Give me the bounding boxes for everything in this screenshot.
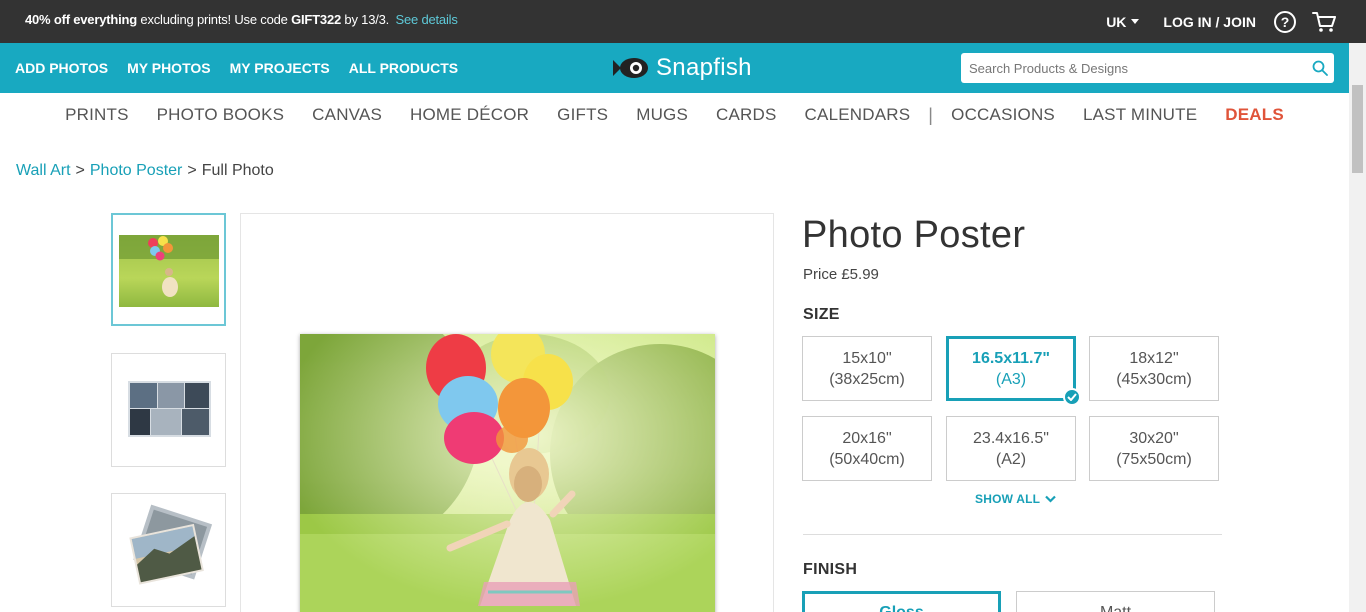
breadcrumb: Wall Art > Photo Poster > Full Photo xyxy=(16,162,274,179)
thumbnail-angle-view[interactable] xyxy=(111,493,226,607)
breadcrumb-wall-art[interactable]: Wall Art xyxy=(16,162,71,179)
product-preview xyxy=(240,213,774,612)
login-join-link[interactable]: LOG IN / JOIN xyxy=(1163,14,1256,30)
checkmark-icon xyxy=(1063,388,1081,406)
section-divider xyxy=(803,534,1222,535)
size-section-label: SIZE xyxy=(803,306,840,323)
account-nav: ADD PHOTOS MY PHOTOS MY PROJECTS ALL PRO… xyxy=(15,43,458,93)
size-option-20x16[interactable]: 20x16" (50x40cm) xyxy=(802,416,932,481)
breadcrumb-current: Full Photo xyxy=(201,162,274,179)
my-projects-link[interactable]: MY PROJECTS xyxy=(230,60,330,76)
category-gifts[interactable]: GIFTS xyxy=(557,105,608,125)
caret-down-icon xyxy=(1131,19,1140,24)
search-icon[interactable] xyxy=(1312,60,1328,76)
scrollbar-thumb[interactable] xyxy=(1352,85,1363,173)
add-photos-link[interactable]: ADD PHOTOS xyxy=(15,60,108,76)
snapfish-logo[interactable]: Snapfish xyxy=(612,51,752,85)
help-icon[interactable]: ? xyxy=(1274,10,1296,33)
category-photo-books[interactable]: PHOTO BOOKS xyxy=(157,105,285,125)
size-option-a3[interactable]: 16.5x11.7" (A3) xyxy=(946,336,1081,406)
size-option-a2[interactable]: 23.4x16.5" (A2) xyxy=(946,416,1076,481)
category-nav: PRINTS PHOTO BOOKS CANVAS HOME DÉCOR GIF… xyxy=(0,93,1349,137)
thumbnail-full-photo[interactable] xyxy=(111,213,226,326)
thumbnail-image xyxy=(112,354,225,466)
see-details-link[interactable]: See details xyxy=(396,12,458,27)
category-home-decor[interactable]: HOME DÉCOR xyxy=(410,105,529,125)
cart-icon[interactable] xyxy=(1312,11,1336,33)
breadcrumb-photo-poster[interactable]: Photo Poster xyxy=(90,162,183,179)
category-last-minute[interactable]: LAST MINUTE xyxy=(1083,105,1197,125)
region-selector[interactable]: UK xyxy=(1106,14,1140,30)
poster-preview-image xyxy=(300,334,715,612)
category-occasions[interactable]: OCCASIONS xyxy=(951,105,1055,125)
product-price: Price £5.99 xyxy=(803,266,879,283)
finish-option-matt[interactable]: Matt xyxy=(1016,591,1215,612)
my-photos-link[interactable]: MY PHOTOS xyxy=(127,60,211,76)
nav-separator: | xyxy=(928,104,934,125)
size-option-30x20[interactable]: 30x20" (75x50cm) xyxy=(1089,416,1219,481)
category-calendars[interactable]: CALENDARS xyxy=(805,105,911,125)
finish-section-label: FINISH xyxy=(803,561,858,578)
search-box xyxy=(961,53,1334,83)
thumbnail-image xyxy=(112,494,225,606)
finish-option-gloss[interactable]: Gloss xyxy=(802,591,1001,612)
category-cards[interactable]: CARDS xyxy=(716,105,777,125)
category-mugs[interactable]: MUGS xyxy=(636,105,688,125)
search-input[interactable] xyxy=(961,53,1291,83)
category-prints[interactable]: PRINTS xyxy=(65,105,129,125)
page-scrollbar[interactable] xyxy=(1349,43,1366,612)
promo-message: 40% off everything excluding prints! Use… xyxy=(25,12,458,27)
all-products-link[interactable]: ALL PRODUCTS xyxy=(349,60,458,76)
category-canvas[interactable]: CANVAS xyxy=(312,105,382,125)
main-header: ADD PHOTOS MY PHOTOS MY PROJECTS ALL PRO… xyxy=(0,43,1366,93)
thumbnail-collage[interactable] xyxy=(111,353,226,467)
size-option-15x10[interactable]: 15x10" (38x25cm) xyxy=(802,336,932,401)
category-deals[interactable]: DEALS xyxy=(1225,105,1284,125)
show-all-sizes-button[interactable]: SHOW ALL xyxy=(975,492,1056,506)
thumbnail-image xyxy=(113,215,224,324)
chevron-down-icon xyxy=(1045,495,1056,503)
size-option-18x12[interactable]: 18x12" (45x30cm) xyxy=(1089,336,1219,401)
promo-bar: 40% off everything excluding prints! Use… xyxy=(0,0,1366,43)
fish-logo-icon xyxy=(613,58,648,78)
product-title: Photo Poster xyxy=(802,214,1026,256)
